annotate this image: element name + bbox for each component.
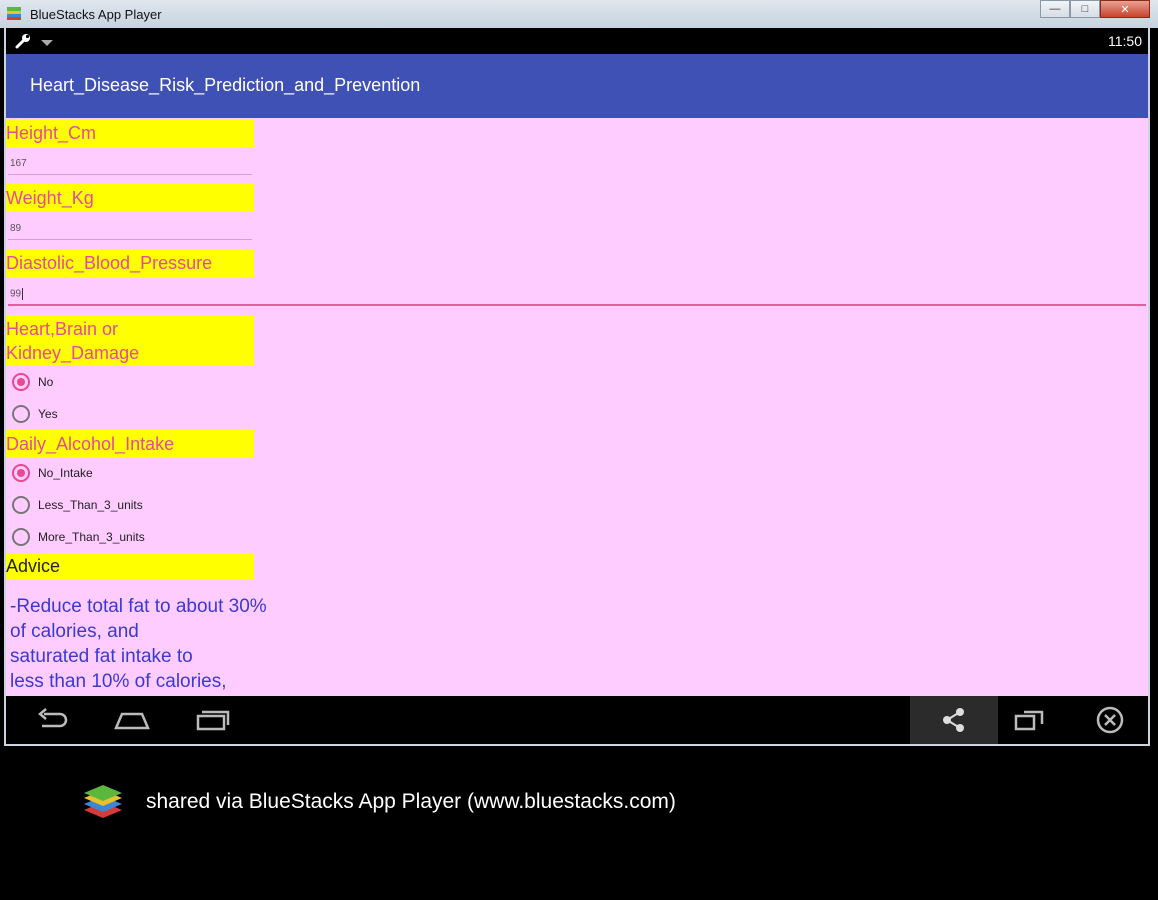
- status-bar: 11:50: [6, 28, 1148, 54]
- damage-option-yes[interactable]: Yes: [12, 403, 58, 425]
- notification-icon: [40, 35, 54, 53]
- alcohol-label: Daily_Alcohol_Intake: [6, 430, 254, 458]
- diastolic-input-underline: [8, 304, 1146, 306]
- advice-line: saturated fat intake to: [10, 646, 193, 667]
- advice-line: -Reduce total fat to about 30%: [10, 596, 267, 617]
- radio-button[interactable]: [12, 405, 30, 423]
- close-button[interactable]: ✕: [1100, 0, 1150, 18]
- weight-input-underline: [8, 239, 252, 240]
- diastolic-input[interactable]: 99: [10, 288, 24, 300]
- radio-button[interactable]: [12, 496, 30, 514]
- window-titlebar: BlueStacks App Player — □ ✕: [0, 0, 1158, 28]
- radio-button-checked[interactable]: [12, 464, 30, 482]
- weight-label: Weight_Kg: [6, 184, 254, 212]
- height-input-underline: [8, 174, 252, 175]
- radio-label: More_Than_3_units: [38, 530, 145, 544]
- radio-label: No_Intake: [38, 466, 93, 480]
- radio-label: Less_Than_3_units: [38, 498, 143, 512]
- advice-line: of calories, and: [10, 621, 139, 642]
- alcohol-option-more-than-3[interactable]: More_Than_3_units: [12, 526, 145, 548]
- shared-via-text: shared via BlueStacks App Player (www.bl…: [146, 790, 676, 813]
- bluestacks-app-icon: [6, 6, 22, 22]
- recent-apps-icon[interactable]: [192, 706, 232, 739]
- bluestacks-logo-icon: [80, 784, 126, 824]
- minimize-button[interactable]: —: [1040, 0, 1070, 18]
- height-input[interactable]: 167: [10, 158, 27, 169]
- wrench-icon: [14, 33, 32, 54]
- window-controls: — □ ✕: [1040, 0, 1150, 20]
- height-label: Height_Cm: [6, 120, 254, 147]
- form-content[interactable]: Height_Cm 167 Weight_Kg 89 Diastolic_Blo…: [6, 118, 1148, 696]
- home-icon[interactable]: [112, 706, 152, 739]
- action-bar: Heart_Disease_Risk_Prediction_and_Preven…: [6, 54, 1148, 118]
- share-button[interactable]: [910, 696, 998, 744]
- status-time: 11:50: [1108, 33, 1142, 49]
- back-icon[interactable]: [34, 706, 70, 739]
- damage-label-line1: Heart,Brain or: [6, 319, 119, 339]
- window-title: BlueStacks App Player: [30, 6, 162, 22]
- maximize-button[interactable]: □: [1070, 0, 1100, 18]
- advice-line: less than 10% of calories,: [10, 671, 227, 692]
- alcohol-option-no-intake[interactable]: No_Intake: [12, 462, 93, 484]
- radio-label: No: [38, 375, 54, 389]
- advice-text: -Reduce total fat to about 30% of calori…: [10, 594, 310, 694]
- status-icons: [14, 33, 54, 54]
- navigation-bar: [6, 696, 1148, 744]
- text-caret: [22, 288, 24, 300]
- damage-label: Heart,Brain or Kidney_Damage: [6, 315, 254, 366]
- radio-button[interactable]: [12, 528, 30, 546]
- close-circle-icon[interactable]: [1094, 706, 1126, 739]
- diastolic-input-value: 99: [10, 288, 22, 300]
- weight-input[interactable]: 89: [10, 223, 21, 234]
- radio-label: Yes: [38, 407, 58, 421]
- window-resize-icon[interactable]: [1012, 706, 1046, 739]
- app-title: Heart_Disease_Risk_Prediction_and_Preven…: [30, 75, 421, 95]
- shared-footer: shared via BlueStacks App Player (www.bl…: [0, 748, 1158, 900]
- advice-label: Advice: [6, 553, 254, 580]
- damage-option-no[interactable]: No: [12, 371, 53, 393]
- share-icon: [940, 706, 968, 739]
- android-screen: 11:50 Heart_Disease_Risk_Prediction_and_…: [4, 28, 1150, 746]
- damage-label-line2: Kidney_Damage: [6, 343, 140, 363]
- alcohol-option-less-than-3[interactable]: Less_Than_3_units: [12, 494, 143, 516]
- diastolic-label: Diastolic_Blood_Pressure: [6, 250, 254, 277]
- radio-button-checked[interactable]: [12, 373, 30, 391]
